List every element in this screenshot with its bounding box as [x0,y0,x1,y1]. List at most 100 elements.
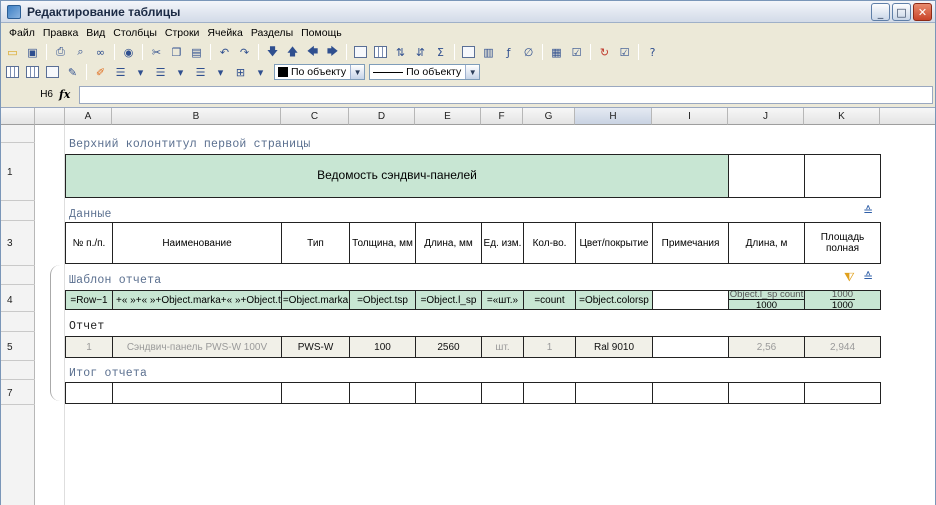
function-icon[interactable]: ƒ [499,43,518,61]
header-cell[interactable]: Наименование [112,222,282,264]
header-cell[interactable]: Тип [281,222,350,264]
total-cell[interactable] [804,382,881,404]
section-settings-icon[interactable]: ≙ [863,270,873,284]
formula-input[interactable] [79,85,933,104]
header-cell[interactable]: Длина, мм [415,222,482,264]
fill-color-combo[interactable]: По объекту ▼ [274,64,366,80]
filter-icon[interactable]: ⧨ [844,270,855,285]
report-cell[interactable]: шт. [481,336,524,358]
template-cell[interactable]: =Object.tsp [349,290,416,310]
chevron-down-icon[interactable]: ▼ [465,65,480,79]
total-cell[interactable] [575,382,653,404]
report-cell[interactable]: PWS-W [281,336,350,358]
copy-icon[interactable]: ❐ [167,43,186,61]
total-cell[interactable] [281,382,350,404]
preview-icon[interactable]: ⌕ [71,43,90,61]
menu-edit[interactable]: Правка [39,27,82,39]
header-cell[interactable]: Толщина, мм [349,222,416,264]
columns-icon[interactable] [23,63,42,81]
sort-asc-icon[interactable]: ⇅ [391,43,410,61]
menu-cell[interactable]: Ячейка [203,27,246,39]
col-header-e[interactable]: E [415,108,481,125]
corner-header[interactable] [1,108,35,125]
header-cell[interactable]: Цвет/покрытие [575,222,653,264]
template-cell-length[interactable]: Object.l_sp count 1000 [728,290,805,310]
report-cell[interactable]: 1 [65,336,113,358]
header-cell[interactable]: Кол-во. [523,222,576,264]
template-cell[interactable] [652,290,729,310]
section-settings-icon[interactable]: ≙ [863,204,873,218]
row-header-5[interactable]: 5 [1,337,35,357]
col-header-j[interactable]: J [728,108,804,125]
total-cell[interactable] [112,382,282,404]
dropdown-arrow-icon[interactable]: ▾ [211,63,230,81]
template-cell-area[interactable]: 1000 1000 [804,290,881,310]
header-cell[interactable]: № п./п. [65,222,113,264]
template-cell[interactable]: =Object.colorsp [575,290,653,310]
report-cell[interactable]: Сэндвич-панель PWS-W 100V [112,336,282,358]
form-icon[interactable] [459,43,478,61]
template-cell[interactable]: +« »+« »+Object.marka+« »+Object.tsp [112,290,282,310]
help-icon[interactable]: ? [643,43,662,61]
edit-table-icon[interactable]: ✎ [63,63,82,81]
brush-icon[interactable]: ✐ [91,63,110,81]
menu-view[interactable]: Вид [82,27,109,39]
arrow-down-icon[interactable]: 🡇 [263,43,282,61]
calculator-icon[interactable]: ▦ [547,43,566,61]
undo-icon[interactable]: ↶ [215,43,234,61]
col-header-g[interactable]: G [523,108,575,125]
col-header-c[interactable]: C [281,108,349,125]
report-cell[interactable] [652,336,729,358]
book-icon[interactable]: ▥ [479,43,498,61]
link-icon[interactable]: ∞ [91,43,110,61]
paste-icon[interactable]: ▤ [187,43,206,61]
col-header-f[interactable]: F [481,108,523,125]
arrow-left-icon[interactable]: 🡄 [303,43,322,61]
close-button[interactable]: ✕ [913,3,932,21]
menu-help[interactable]: Помощь [297,27,346,39]
image-icon[interactable] [351,43,370,61]
total-cell[interactable] [65,382,113,404]
maximize-button[interactable]: □ [892,3,911,21]
merge-icon[interactable] [43,63,62,81]
sum-icon[interactable]: Σ [431,43,450,61]
print-icon[interactable]: ⎙ [51,43,70,61]
line-style-combo[interactable]: По объекту ▼ [369,64,481,80]
col-header-b[interactable]: B [112,108,281,125]
menu-columns[interactable]: Столбцы [109,27,161,39]
table-icon[interactable] [371,43,390,61]
empty-set-icon[interactable]: ∅ [519,43,538,61]
template-cell[interactable]: =count [523,290,576,310]
template-cell[interactable]: =«шт.» [481,290,524,310]
indent-icon[interactable]: ☰ [191,63,210,81]
report-cell[interactable]: 1 [523,336,576,358]
dropdown-arrow-icon[interactable]: ▾ [131,63,150,81]
dropdown-arrow-icon[interactable]: ▾ [171,63,190,81]
cell-j1[interactable] [728,154,805,198]
align-icon[interactable]: ☰ [111,63,130,81]
row-header-1[interactable]: 1 [1,156,35,188]
menu-sections[interactable]: Разделы [247,27,297,39]
eye-icon[interactable]: ◉ [119,43,138,61]
redo-icon[interactable]: ↷ [235,43,254,61]
row-header-4[interactable]: 4 [1,291,35,309]
col-header-k[interactable]: K [804,108,880,125]
arrow-up-icon[interactable]: 🡅 [283,43,302,61]
total-cell[interactable] [481,382,524,404]
template-cell[interactable]: =Row−1 [65,290,113,310]
arrow-right-icon[interactable]: 🡆 [323,43,342,61]
header-cell[interactable]: Длина, м [728,222,805,264]
row-header-7[interactable]: 7 [1,383,35,403]
report-cell[interactable]: 2560 [415,336,482,358]
col-header-i[interactable]: I [652,108,728,125]
sort-desc-icon[interactable]: ⇵ [411,43,430,61]
spreadsheet-grid[interactable]: A B C D E F G H I J K 1 3 4 5 7 Верхний … [1,107,935,505]
header-cell[interactable]: Примечания [652,222,729,264]
cell-k1[interactable] [804,154,881,198]
col-header-a[interactable]: A [65,108,112,125]
chevron-down-icon[interactable]: ▼ [350,65,365,79]
total-cell[interactable] [728,382,805,404]
valign-icon[interactable]: ☰ [151,63,170,81]
total-cell[interactable] [415,382,482,404]
row-header-3[interactable]: 3 [1,224,35,262]
